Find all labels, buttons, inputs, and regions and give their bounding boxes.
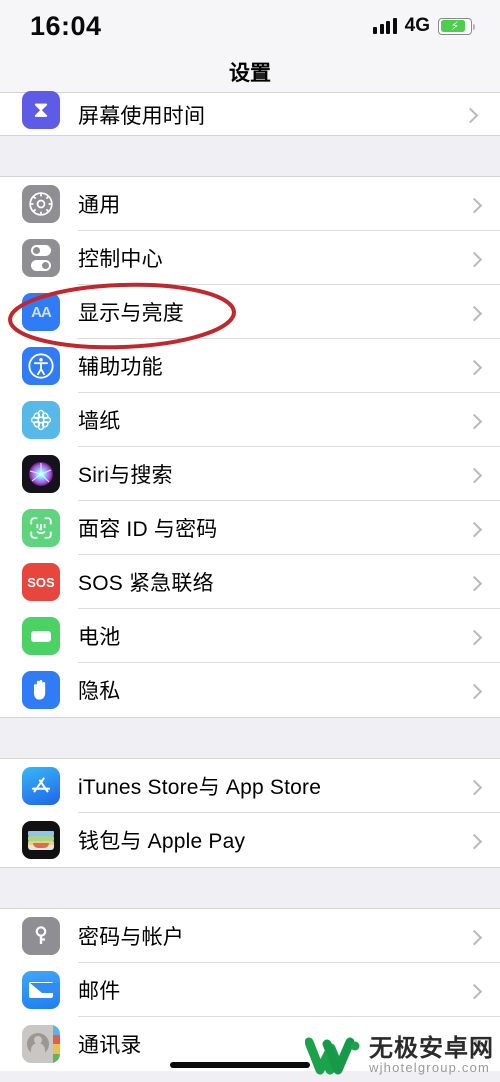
settings-row-accessibility[interactable]: 辅助功能 (0, 339, 500, 393)
chevron-right-icon (466, 521, 483, 538)
navigation-bar: 设置 (0, 52, 500, 93)
settings-row-label: 通讯录 (78, 1034, 142, 1057)
chevron-right-icon (466, 929, 483, 946)
page-title: 设置 (229, 62, 271, 85)
chevron-right-icon (462, 107, 479, 124)
settings-row-label: 通用 (78, 194, 121, 217)
settings-row-screen-time[interactable]: ⧗ 屏幕使用时间 (0, 91, 500, 135)
settings-row-label: 电池 (78, 626, 121, 649)
chevron-right-icon (466, 467, 483, 484)
settings-row-label: SOS 紧急联络 (78, 572, 214, 595)
settings-row-label: 钱包与 Apple Pay (78, 830, 246, 853)
settings-row-passwords-accounts[interactable]: 密码与帐户 (0, 909, 500, 963)
home-indicator-bar (170, 1062, 310, 1068)
settings-group-stores: iTunes Store与 App Store 钱包与 Apple Pay (0, 759, 500, 867)
settings-row-itunes-app-store[interactable]: iTunes Store与 App Store (0, 759, 500, 813)
settings-row-emergency-sos[interactable]: SOS SOS 紧急联络 (0, 555, 500, 609)
aa-text-icon: AA (22, 293, 60, 331)
status-bar-time: 16:04 (30, 10, 102, 41)
settings-row-label: 控制中心 (78, 248, 163, 271)
settings-row-battery[interactable]: 电池 (0, 609, 500, 663)
battery-charging-icon: ⚡ (438, 17, 475, 35)
chevron-right-icon (466, 833, 483, 850)
status-bar: 16:04 4G ⚡ (0, 0, 500, 52)
settings-group-system: 通用 控制中心 AA 显示与亮度 辅助功能 墙纸 Siri与搜索 面容 ID 与… (0, 177, 500, 717)
toggles-icon (22, 239, 60, 277)
wallet-icon (22, 821, 60, 859)
w-logo-icon (305, 1037, 360, 1075)
settings-row-face-id-passcode[interactable]: 面容 ID 与密码 (0, 501, 500, 555)
chevron-right-icon (466, 359, 483, 376)
face-id-icon (22, 509, 60, 547)
settings-row-label: 墙纸 (78, 410, 121, 433)
hourglass-icon: ⧗ (22, 91, 60, 129)
watermark-name: 无极安卓网 (369, 1034, 494, 1062)
settings-screen: 16:04 4G ⚡ 设置 ⧗ 屏幕使用时间 通用 控制中心 AA 显示与亮度 … (0, 0, 500, 1082)
envelope-icon (22, 971, 60, 1009)
settings-row-label: 密码与帐户 (78, 926, 184, 949)
network-type-label: 4G (404, 15, 430, 36)
chevron-right-icon (466, 629, 483, 646)
chevron-right-icon (466, 251, 483, 268)
group-separator (0, 717, 500, 759)
watermark: 无极安卓网 wjhotelgroup.com (305, 1034, 494, 1076)
settings-row-label: 显示与亮度 (78, 302, 184, 325)
app-store-icon (22, 767, 60, 805)
chevron-right-icon (466, 305, 483, 322)
settings-row-label: iTunes Store与 App Store (78, 776, 322, 799)
watermark-url: wjhotelgroup.com (369, 1059, 491, 1075)
sos-icon: SOS (22, 563, 60, 601)
siri-orb-icon (22, 455, 60, 493)
settings-row-label: Siri与搜索 (78, 464, 173, 487)
settings-row-display-brightness[interactable]: AA 显示与亮度 (0, 285, 500, 339)
status-bar-indicators: 4G ⚡ (373, 15, 475, 37)
gear-icon (22, 185, 60, 223)
key-icon (22, 917, 60, 955)
settings-row-siri-search[interactable]: Siri与搜索 (0, 447, 500, 501)
settings-row-control-center[interactable]: 控制中心 (0, 231, 500, 285)
signal-bars-icon (373, 18, 397, 34)
group-separator (0, 135, 500, 177)
chevron-right-icon (466, 779, 483, 796)
settings-row-label: 屏幕使用时间 (78, 105, 206, 128)
group-separator (0, 867, 500, 909)
chevron-right-icon (466, 983, 483, 1000)
settings-list[interactable]: ⧗ 屏幕使用时间 通用 控制中心 AA 显示与亮度 辅助功能 墙纸 Siri与搜… (0, 91, 500, 1082)
settings-row-label: 辅助功能 (78, 356, 163, 379)
settings-row-general[interactable]: 通用 (0, 177, 500, 231)
settings-row-label: 面容 ID 与密码 (78, 518, 218, 541)
settings-row-wallpaper[interactable]: 墙纸 (0, 393, 500, 447)
settings-row-label: 邮件 (78, 980, 121, 1003)
settings-row-mail[interactable]: 邮件 (0, 963, 500, 1017)
settings-row-label: 隐私 (78, 680, 121, 703)
contacts-icon (22, 1025, 60, 1063)
flower-icon (22, 401, 60, 439)
chevron-right-icon (466, 683, 483, 700)
settings-row-privacy[interactable]: 隐私 (0, 663, 500, 717)
chevron-right-icon (466, 575, 483, 592)
settings-row-wallet-apple-pay[interactable]: 钱包与 Apple Pay (0, 813, 500, 867)
settings-group-screentime: ⧗ 屏幕使用时间 (0, 91, 500, 135)
battery-icon (22, 617, 60, 655)
hand-icon (22, 671, 60, 709)
chevron-right-icon (466, 197, 483, 214)
accessibility-icon (22, 347, 60, 385)
chevron-right-icon (466, 413, 483, 430)
